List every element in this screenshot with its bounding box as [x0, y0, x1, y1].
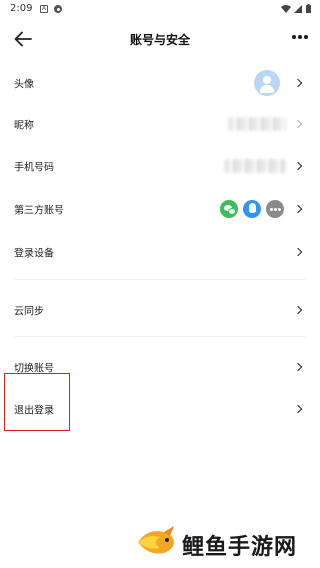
- app-header: 账号与安全: [0, 24, 320, 56]
- status-bar: 2:09 A: [0, 0, 320, 20]
- chevron-right-icon: [293, 119, 303, 129]
- row-label: 云同步: [14, 306, 44, 318]
- signal-icon: [294, 5, 302, 13]
- row-cloud-sync[interactable]: 云同步: [0, 290, 320, 330]
- page-title: 账号与安全: [129, 33, 190, 47]
- highlight-annotation-box: [4, 373, 70, 431]
- more-icon: [266, 200, 284, 218]
- blurred-phone-value: [224, 159, 286, 173]
- chevron-right-icon: [293, 204, 303, 214]
- row-label: 第三方账号: [14, 205, 64, 217]
- row-login-devices[interactable]: 登录设备: [0, 232, 320, 272]
- row-avatar[interactable]: 头像: [0, 63, 320, 103]
- chevron-right-icon: [293, 247, 303, 257]
- row-label: 头像: [14, 79, 34, 91]
- blurred-nickname-value: [228, 117, 286, 131]
- settings-dot-icon: [54, 5, 62, 13]
- status-indicators: [281, 4, 311, 13]
- section-divider: [14, 279, 306, 280]
- section-divider: [14, 336, 306, 337]
- avatar: [254, 70, 280, 96]
- chevron-right-icon: [293, 161, 303, 171]
- battery-icon: [306, 4, 311, 13]
- chevron-right-icon: [293, 305, 303, 315]
- wifi-icon: [281, 5, 291, 13]
- row-label: 手机号码: [14, 162, 54, 174]
- chevron-right-icon: [293, 362, 303, 372]
- notification-a-icon: A: [40, 5, 48, 13]
- row-nickname[interactable]: 昵称: [0, 104, 320, 144]
- row-label: 登录设备: [14, 248, 54, 260]
- carp-logo-icon: [138, 526, 174, 554]
- chevron-right-icon: [293, 78, 303, 88]
- row-label: 昵称: [14, 120, 34, 132]
- wechat-icon: [220, 200, 238, 218]
- row-phone[interactable]: 手机号码: [0, 146, 320, 186]
- qq-icon: [243, 200, 261, 218]
- row-third-party-accounts[interactable]: 第三方账号: [0, 189, 320, 229]
- more-horizontal-icon[interactable]: [292, 34, 308, 40]
- watermark: 鲤鱼手游网: [134, 522, 314, 562]
- chevron-right-icon: [293, 404, 303, 414]
- status-time: 2:09: [10, 3, 33, 14]
- watermark-text: 鲤鱼手游网: [182, 535, 298, 560]
